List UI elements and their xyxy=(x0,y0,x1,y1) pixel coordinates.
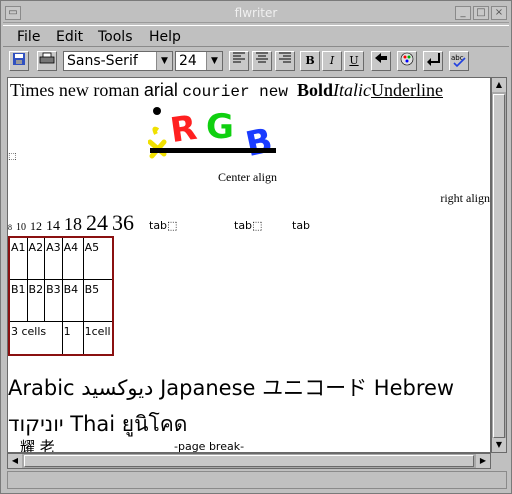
rgb-logo-image: R G B xyxy=(148,107,276,166)
table-cell: A3 xyxy=(44,236,63,280)
size-sample: 18 xyxy=(64,214,82,234)
title-bar[interactable]: ▭ flwriter _ □ × xyxy=(3,3,509,23)
chevron-down-icon[interactable]: ▼ xyxy=(206,52,222,70)
color-icon[interactable] xyxy=(397,51,417,71)
table-cell: B5 xyxy=(82,278,114,322)
bold-button[interactable]: B xyxy=(300,51,320,71)
size-sample: 8 xyxy=(8,223,12,232)
insert-return-icon[interactable] xyxy=(423,51,443,71)
document-editor[interactable]: Times new roman arial courier new BoldIt… xyxy=(7,77,491,453)
align-center-icon[interactable] xyxy=(252,51,272,71)
menu-bar: File Edit Tools Help xyxy=(3,25,509,47)
chevron-down-icon[interactable]: ▼ xyxy=(156,52,172,70)
document-table: A1 A2 A3 A4 A5 B1 B2 B3 B4 B5 3 cells 1 … xyxy=(8,236,115,356)
font-family-value: Sans-Serif xyxy=(67,53,138,69)
text-center-align: Center align xyxy=(218,170,277,184)
close-icon[interactable]: × xyxy=(491,6,507,20)
maximize-icon[interactable]: □ xyxy=(473,6,489,20)
scroll-right-icon[interactable]: ▶ xyxy=(476,454,490,468)
spellcheck-icon[interactable]: abc xyxy=(449,51,469,71)
size-sample: 12 xyxy=(30,219,42,233)
italic-button[interactable]: I xyxy=(322,51,342,71)
font-size-value: 24 xyxy=(179,53,197,69)
status-bar xyxy=(7,471,507,489)
vertical-scroll-thumb[interactable] xyxy=(493,94,505,438)
menu-help[interactable]: Help xyxy=(149,29,181,45)
text-right-align: right align xyxy=(440,191,490,205)
scroll-left-icon[interactable]: ◀ xyxy=(8,454,22,468)
logo-letter-g: G xyxy=(206,107,234,147)
size-sample: 14 xyxy=(46,219,60,234)
vertical-scrollbar[interactable]: ▲ ▼ xyxy=(491,77,507,453)
app-window: ▭ flwriter _ □ × File Edit Tools Help Sa… xyxy=(0,0,512,494)
table-cell: B2 xyxy=(26,278,46,322)
menu-file[interactable]: File xyxy=(17,29,40,45)
menu-edit[interactable]: Edit xyxy=(56,29,83,45)
underline-button[interactable]: U xyxy=(344,51,364,71)
toolbar: Sans-Serif ▼ 24 ▼ B I U abc xyxy=(3,49,509,75)
text-bold: Bold xyxy=(296,80,334,100)
table-cell: A1 xyxy=(8,236,28,280)
minimize-icon[interactable]: _ xyxy=(455,6,471,20)
window-title: flwriter xyxy=(234,6,278,20)
object-placeholder-icon: ⬚ xyxy=(8,152,17,162)
text-line-fonts: Times new roman arial courier new BoldIt… xyxy=(10,80,443,101)
size-sample: 10 xyxy=(16,222,26,233)
table-cell: A5 xyxy=(82,236,114,280)
table-cell: B1 xyxy=(8,278,28,322)
logo-letter-r: R xyxy=(168,108,199,151)
page-break-marker: -page break- xyxy=(174,440,245,453)
save-icon[interactable] xyxy=(9,51,29,71)
intl-text-line-1: Arabic ديوكسيد Japanese ユニコード Hebrew xyxy=(8,376,455,400)
text-underline: Underline xyxy=(371,80,443,100)
tab-text: tab xyxy=(292,219,311,232)
print-icon[interactable] xyxy=(37,51,57,71)
horizontal-scroll-thumb[interactable] xyxy=(24,455,474,467)
menu-tools[interactable]: Tools xyxy=(98,29,133,45)
text-italic: Italic xyxy=(333,80,372,100)
align-right-icon[interactable] xyxy=(275,51,295,71)
text-size-samples: 8 10 12 14 18 24 36 xyxy=(8,210,134,236)
table-cell: A2 xyxy=(26,236,46,280)
table-cell: 1cell xyxy=(82,320,114,356)
table-cell: A4 xyxy=(61,236,84,280)
table-cell: B4 xyxy=(61,278,84,322)
horizontal-scrollbar[interactable]: ◀ ▶ xyxy=(7,453,491,469)
tab-text: tab⬚ xyxy=(149,219,178,232)
font-family-select[interactable]: Sans-Serif ▼ xyxy=(63,51,173,71)
tab-text: tab⬚ xyxy=(234,219,263,232)
text-times: Times new roman xyxy=(10,80,140,100)
cjk-text: 耀 老 xyxy=(20,438,55,453)
text-arial: arial xyxy=(143,80,178,100)
text-courier: courier new xyxy=(182,83,288,101)
size-sample: 36 xyxy=(112,210,134,235)
scroll-up-icon[interactable]: ▲ xyxy=(492,78,506,92)
logo-letter-b: B xyxy=(242,121,276,166)
align-left-icon[interactable] xyxy=(229,51,249,71)
scroll-down-icon[interactable]: ▼ xyxy=(492,438,506,452)
size-sample: 24 xyxy=(86,210,108,235)
table-cell: 1 xyxy=(61,320,84,356)
table-cell: 3 cells xyxy=(8,320,63,356)
font-size-select[interactable]: 24 ▼ xyxy=(175,51,223,71)
table-cell: B3 xyxy=(44,278,63,322)
indent-left-icon[interactable] xyxy=(371,51,391,71)
